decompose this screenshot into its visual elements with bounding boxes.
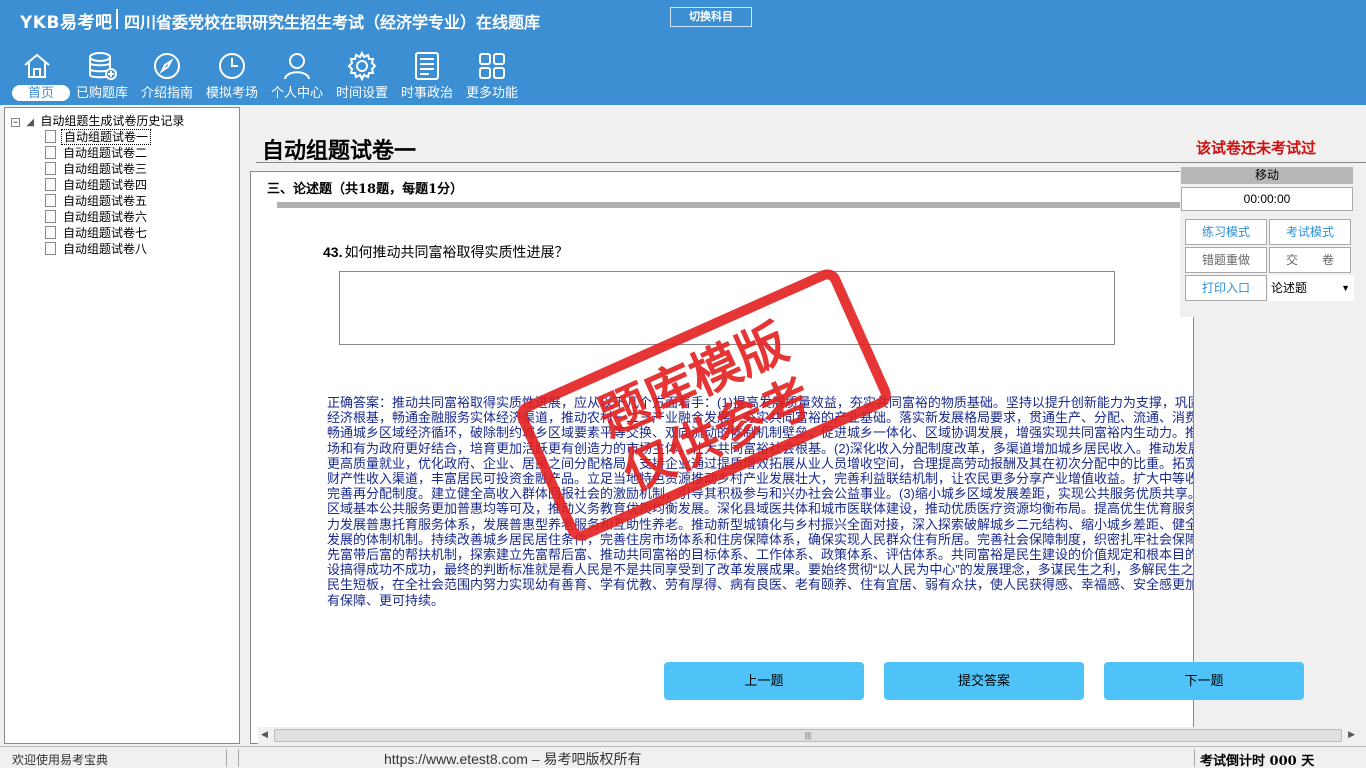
tree-item[interactable]: 自动组题试卷四 — [45, 176, 149, 192]
nav-mock-exam[interactable]: 模拟考场 — [199, 46, 265, 104]
print-button[interactable]: 打印入口 — [1185, 275, 1267, 301]
app-title: 四川省委党校在职研究生招生考试（经济学专业）在线题库 — [124, 13, 541, 32]
scroll-left-icon[interactable]: ◀ — [261, 729, 268, 740]
home-icon — [24, 53, 50, 78]
status-separator — [1194, 749, 1195, 767]
gear-icon — [347, 50, 377, 82]
nav-time-settings-label: 时间设置 — [335, 85, 388, 100]
dropdown-arrow-icon: ▼ — [1341, 283, 1350, 293]
status-separator — [226, 749, 227, 767]
grid-icon — [479, 53, 505, 79]
hand-in-button[interactable]: 交 卷 — [1269, 247, 1351, 273]
status-bar: 欢迎使用易考宝典 https://www.etest8.com – 易考吧版权所… — [0, 746, 1366, 768]
tree-item[interactable]: 自动组题试卷三 — [45, 160, 149, 176]
header-divider — [116, 9, 118, 29]
nav-home-label: 首页 — [12, 85, 70, 101]
exam-countdown: 考试倒计时 000 天 — [1200, 754, 1315, 768]
document-icon — [45, 146, 56, 159]
app-logo: YKB易考吧 — [20, 13, 113, 33]
nav-current-affairs[interactable]: 时事政治 — [394, 46, 460, 104]
submit-answer-button[interactable]: 提交答案 — [884, 662, 1084, 700]
collapse-icon[interactable]: − — [11, 118, 20, 127]
answer-input[interactable] — [339, 271, 1115, 345]
document-icon — [45, 210, 56, 223]
news-icon — [415, 52, 439, 80]
switch-subject-button[interactable]: 切换科目 — [670, 7, 752, 27]
title-divider — [256, 162, 1366, 163]
tree-root[interactable]: − ◢ 自动组题生成试卷历史记录 — [11, 112, 185, 128]
clock-icon — [219, 53, 245, 79]
tree-root-label: 自动组题生成试卷历史记录 — [40, 114, 185, 128]
tree-item[interactable]: 自动组题试卷一 — [45, 128, 152, 145]
exam-status: 该试卷还未考试过 — [1196, 139, 1317, 157]
welcome-text: 欢迎使用易考宝典 — [12, 753, 109, 767]
folder-icon: ◢ — [26, 117, 35, 128]
history-tree: − ◢ 自动组题生成试卷历史记录 自动组题试卷一 自动组题试卷二 自动组题试卷三… — [4, 107, 240, 744]
nav-more-label: 更多功能 — [465, 85, 518, 100]
question-type-select[interactable]: 论述题 ▼ — [1268, 275, 1354, 301]
app-header: YKB易考吧 四川省委党校在职研究生招生考试（经济学专业）在线题库 切换科目 首… — [0, 0, 1366, 105]
nav-time-settings[interactable]: 时间设置 — [329, 46, 395, 104]
redo-wrong-button[interactable]: 错题重做 — [1185, 247, 1267, 273]
nav-profile[interactable]: 个人中心 — [264, 46, 330, 104]
compass-icon — [154, 53, 180, 79]
nav-purchased[interactable]: 已购题库 — [69, 46, 135, 104]
tree-item[interactable]: 自动组题试卷五 — [45, 192, 149, 208]
document-icon — [45, 130, 56, 143]
scroll-right-icon[interactable]: ▶ — [1348, 729, 1355, 740]
move-handle[interactable]: 移动 — [1181, 167, 1353, 184]
document-icon — [45, 162, 56, 175]
nav-more[interactable]: 更多功能 — [459, 46, 525, 104]
nav-guide-label: 介绍指南 — [140, 85, 193, 100]
nav-current-affairs-label: 时事政治 — [400, 85, 453, 100]
tree-item[interactable]: 自动组题试卷七 — [45, 224, 149, 240]
next-question-button[interactable]: 下一题 — [1104, 662, 1304, 700]
horizontal-scrollbar[interactable]: ◀ ||| ▶ — [258, 727, 1358, 744]
question-frame: 三、论述题（共18题，每题1分） 43. 如何推动共同富裕取得实质性进展？ 正确答… — [250, 171, 1194, 744]
exam-mode-button[interactable]: 考试模式 — [1269, 219, 1351, 245]
correct-answer: 正确答案：推动共同富裕取得实质性进展，应从以下几个方面着手：(1)提高发展质量效… — [327, 395, 1194, 608]
document-icon — [45, 242, 56, 255]
status-separator — [238, 749, 239, 767]
exam-control-panel: 移动 00:00:00 练习模式 考试模式 错题重做 交 卷 打印入口 论述题 ▼ — [1180, 167, 1356, 317]
database-icon — [89, 52, 117, 80]
nav-mock-exam-label: 模拟考场 — [205, 85, 258, 100]
exam-timer: 00:00:00 — [1181, 187, 1353, 211]
practice-mode-button[interactable]: 练习模式 — [1185, 219, 1267, 245]
tree-item[interactable]: 自动组题试卷八 — [45, 240, 149, 256]
nav-purchased-label: 已购题库 — [75, 85, 128, 100]
question-text: 43. 如何推动共同富裕取得实质性进展？ — [323, 244, 569, 260]
question-card: 43. 如何推动共同富裕取得实质性进展？ 正确答案：推动共同富裕取得实质性进展，应… — [277, 208, 1194, 714]
prev-question-button[interactable]: 上一题 — [664, 662, 864, 700]
tree-item[interactable]: 自动组题试卷六 — [45, 208, 149, 224]
document-icon — [45, 178, 56, 191]
nav-guide[interactable]: 介绍指南 — [134, 46, 200, 104]
copyright-url: https://www.etest8.com – 易考吧版权所有 — [384, 751, 642, 767]
nav-profile-label: 个人中心 — [270, 85, 323, 100]
tree-item[interactable]: 自动组题试卷二 — [45, 144, 149, 160]
nav-home[interactable]: 首页 — [4, 46, 70, 104]
document-icon — [45, 226, 56, 239]
section-heading: 三、论述题（共18题，每题1分） — [267, 182, 464, 197]
scrollbar-thumb[interactable]: ||| — [274, 729, 1342, 742]
paper-title: 自动组题试卷一 — [262, 138, 417, 164]
user-icon — [284, 53, 310, 80]
document-icon — [45, 194, 56, 207]
